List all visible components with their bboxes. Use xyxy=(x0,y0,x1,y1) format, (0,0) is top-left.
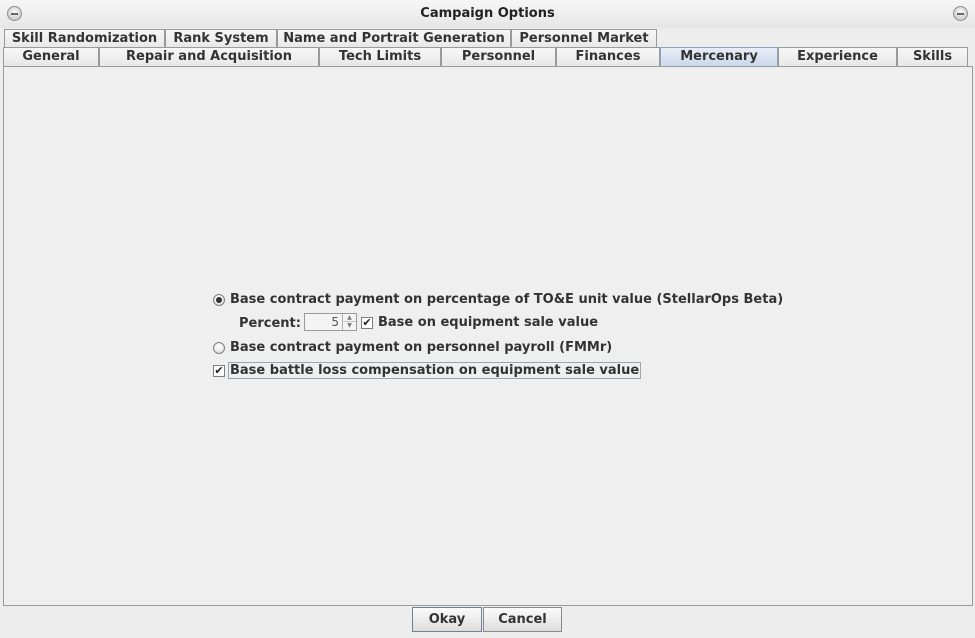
percent-input[interactable] xyxy=(305,314,341,330)
title-bar: Campaign Options xyxy=(0,0,975,28)
toe-payment-label[interactable]: Base contract payment on percentage of T… xyxy=(230,292,783,307)
tab-repair-and-acquisition[interactable]: Repair and Acquisition xyxy=(99,47,319,66)
window-close-icon[interactable] xyxy=(953,6,968,21)
battle-loss-checkbox[interactable]: ✔ xyxy=(213,365,225,377)
spinner-down-arrow-icon[interactable]: ▼ xyxy=(342,322,356,330)
tab-tech-limits[interactable]: Tech Limits xyxy=(319,47,441,66)
window-title: Campaign Options xyxy=(420,6,555,21)
spinner-up-arrow-icon[interactable]: ▲ xyxy=(342,314,356,322)
toe-payment-radio[interactable] xyxy=(213,294,225,306)
tab-personnel-market[interactable]: Personnel Market xyxy=(511,29,657,48)
tab-name-and-portrait-generation[interactable]: Name and Portrait Generation xyxy=(277,29,511,48)
tab-skill-randomization[interactable]: Skill Randomization xyxy=(4,29,165,48)
payroll-payment-label[interactable]: Base contract payment on personnel payro… xyxy=(230,340,612,355)
okay-button[interactable]: Okay xyxy=(412,607,482,632)
percent-spinner[interactable]: ▲ ▼ xyxy=(304,313,357,331)
equipment-sale-checkbox[interactable]: ✔ xyxy=(361,317,373,329)
battle-loss-label[interactable]: Base battle loss compensation on equipme… xyxy=(228,362,642,379)
cancel-button[interactable]: Cancel xyxy=(483,607,562,632)
tab-skills[interactable]: Skills xyxy=(897,47,968,66)
tab-personnel[interactable]: Personnel xyxy=(441,47,556,66)
tab-mercenary[interactable]: Mercenary xyxy=(660,47,778,67)
payroll-payment-radio[interactable] xyxy=(213,342,225,354)
tab-experience[interactable]: Experience xyxy=(778,47,897,66)
tab-rank-system[interactable]: Rank System xyxy=(165,29,277,48)
equipment-sale-label[interactable]: Base on equipment sale value xyxy=(378,315,598,330)
percent-label: Percent: xyxy=(239,316,301,331)
mercenary-panel xyxy=(3,66,973,606)
tab-finances[interactable]: Finances xyxy=(556,47,660,66)
tab-general[interactable]: General xyxy=(3,47,99,66)
